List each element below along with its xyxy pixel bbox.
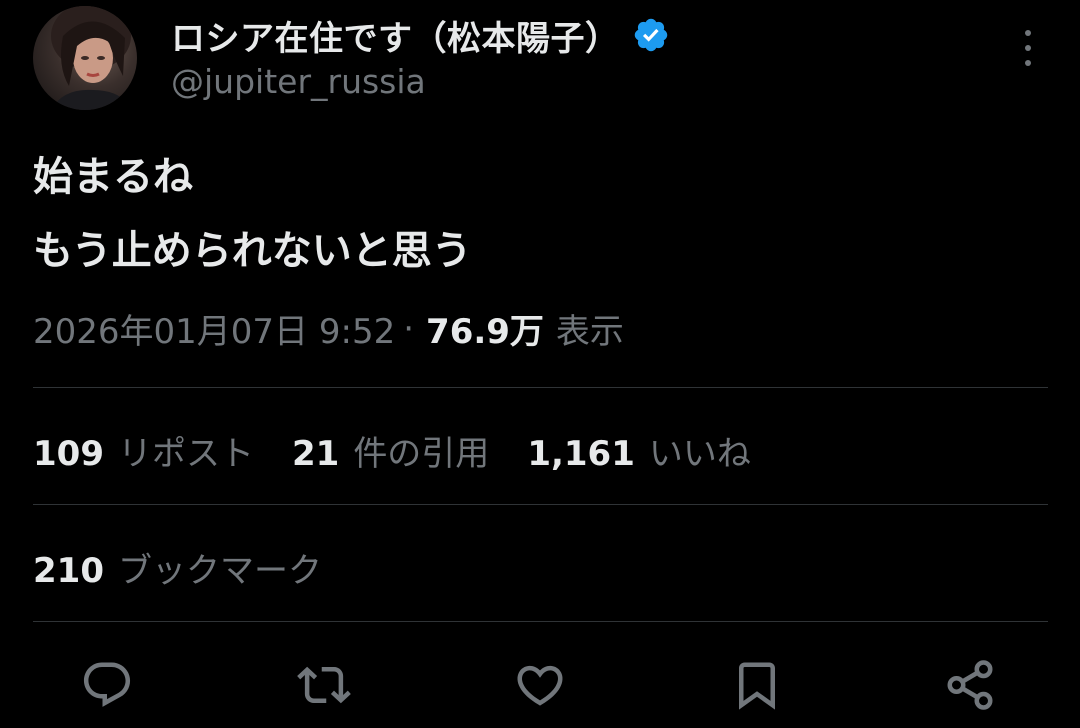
tweet-text-line: 始まるね bbox=[33, 154, 193, 200]
more-options-icon[interactable] bbox=[1012, 30, 1044, 66]
avatar[interactable] bbox=[33, 6, 137, 110]
like-icon[interactable] bbox=[510, 655, 570, 715]
likes-count: 1,161 bbox=[527, 434, 635, 474]
bookmarks-stat[interactable]: 210 ブックマーク bbox=[33, 543, 322, 592]
reply-icon[interactable] bbox=[77, 655, 137, 715]
quotes-stat[interactable]: 21 件の引用 bbox=[292, 426, 489, 475]
reposts-stat[interactable]: 109 リポスト bbox=[33, 426, 254, 475]
engagement-stats: 109 リポスト 21 件の引用 1,161 いいね bbox=[33, 426, 789, 475]
reposts-count: 109 bbox=[33, 434, 104, 474]
likes-stat[interactable]: 1,161 いいね bbox=[527, 426, 751, 475]
quotes-count: 21 bbox=[291, 434, 340, 474]
views-count: 76.9万 bbox=[426, 312, 544, 352]
share-icon[interactable] bbox=[940, 655, 1000, 715]
meta-separator: · bbox=[403, 308, 415, 349]
bookmark-stats: 210 ブックマーク bbox=[33, 543, 360, 592]
tweet-text-line: もう止められないと思う bbox=[33, 228, 472, 274]
reposts-label: リポスト bbox=[117, 434, 254, 474]
tweet-text: 始まるね もう止められないと思う bbox=[33, 140, 472, 288]
avatar-photo bbox=[51, 6, 133, 110]
action-bar bbox=[0, 655, 1080, 715]
divider bbox=[33, 621, 1048, 622]
bookmark-icon[interactable] bbox=[727, 655, 787, 715]
verified-badge-icon[interactable] bbox=[632, 16, 670, 54]
bookmarks-label: ブックマーク bbox=[117, 551, 322, 591]
tweet-meta: 2026年01月07日 9:52 · 76.9万 表示 bbox=[33, 304, 624, 353]
repost-icon[interactable] bbox=[294, 655, 354, 715]
divider bbox=[33, 387, 1048, 388]
tweet-timestamp[interactable]: 2026年01月07日 9:52 bbox=[33, 304, 395, 353]
quotes-label: 件の引用 bbox=[353, 434, 490, 474]
author-display-name[interactable]: ロシア在住です（松本陽子） bbox=[171, 11, 620, 60]
likes-label: いいね bbox=[648, 434, 751, 474]
author-name-row: ロシア在住です（松本陽子） bbox=[171, 11, 670, 60]
divider bbox=[33, 504, 1048, 505]
views-label: 表示 bbox=[555, 312, 624, 352]
bookmarks-count: 210 bbox=[33, 551, 104, 591]
author-handle[interactable]: @jupiter_russia bbox=[171, 62, 426, 101]
